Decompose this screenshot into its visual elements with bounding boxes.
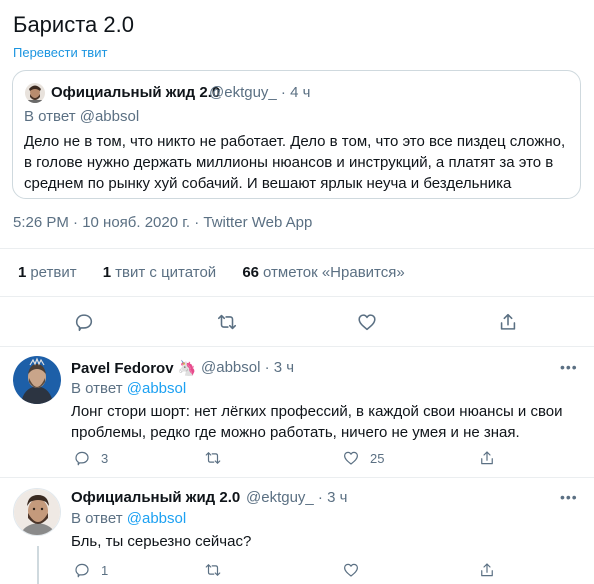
reply-count: 3 — [101, 451, 109, 466]
retweet-icon[interactable] — [204, 561, 222, 579]
divider — [0, 296, 594, 297]
more-options-icon[interactable]: ••• — [560, 489, 578, 505]
likes-count[interactable]: 66 — [242, 264, 259, 281]
tweet-stats: 1 ретвит 1 твит с цитатой 66 отметок «Нрави… — [18, 264, 427, 281]
reply-to-prefix: В ответ — [71, 380, 127, 397]
retweet-icon[interactable] — [216, 311, 238, 333]
like-count: 25 — [370, 451, 385, 466]
tweet-text: Бариста 2.0 — [13, 12, 134, 37]
retweets-label[interactable]: ретвит — [30, 264, 76, 281]
reply-author-handle[interactable]: @abbsol · 3 ч — [201, 359, 294, 376]
reply-icon[interactable] — [73, 311, 95, 333]
quotes-label[interactable]: твит с цитатой — [115, 264, 216, 281]
reply-author-avatar[interactable] — [13, 356, 61, 404]
reply-to-handle[interactable]: @abbsol — [127, 380, 186, 397]
reply-text: Лонг стори шорт: нет лёгких профессий, в… — [71, 403, 563, 441]
quoted-author-avatar[interactable] — [25, 83, 45, 103]
reply-author-name-text[interactable]: Pavel Fedorov — [71, 360, 174, 377]
tweet-timestamp[interactable]: 5:26 PM · 10 нояб. 2020 г. · Twitter Web… — [13, 214, 312, 231]
reply-icon[interactable] — [73, 449, 91, 467]
like-icon[interactable] — [342, 561, 360, 579]
divider — [0, 346, 594, 347]
quoted-tweet-body: Дело не в том, что никто не работает. Де… — [24, 133, 566, 192]
like-icon[interactable] — [356, 311, 378, 333]
retweets-count[interactable]: 1 — [18, 264, 26, 281]
quotes-count[interactable]: 1 — [103, 264, 111, 281]
share-icon[interactable] — [478, 561, 496, 579]
quoted-author-name[interactable]: Официальный жид 2.0 — [51, 84, 220, 101]
reply-author-handle[interactable]: @ektguy_ · 3 ч — [246, 489, 347, 506]
thread-line — [37, 546, 39, 584]
likes-label[interactable]: отметок «Нравится» — [263, 264, 405, 281]
reply-to-line: В ответ @abbsol — [71, 380, 186, 397]
reply-to-handle[interactable]: @abbsol — [127, 510, 186, 527]
reply-author-avatar[interactable] — [13, 488, 61, 536]
divider — [0, 248, 594, 249]
reply-to-prefix: В ответ — [71, 510, 127, 527]
retweet-icon[interactable] — [204, 449, 222, 467]
unicorn-emoji: 🦄 — [177, 360, 197, 377]
share-icon[interactable] — [478, 449, 496, 467]
quoted-reply-to: В ответ @abbsol — [24, 108, 140, 125]
quoted-author-handle[interactable]: @ektguy_ · 4 ч — [209, 84, 310, 101]
reply-author-name[interactable]: Pavel Fedorov 🦄 — [71, 359, 196, 377]
more-options-icon[interactable]: ••• — [560, 359, 578, 375]
reply-icon[interactable] — [73, 561, 91, 579]
translate-link[interactable]: Перевести твит — [13, 45, 107, 60]
share-icon[interactable] — [497, 311, 519, 333]
reply-author-name[interactable]: Официальный жид 2.0 — [71, 489, 240, 506]
quoted-tweet-card[interactable]: Официальный жид 2.0 @ektguy_ · 4 ч В отв… — [12, 70, 581, 199]
divider — [0, 477, 594, 478]
reply-count: 1 — [101, 563, 109, 578]
reply-text: Бль, ты серьезно сейчас? — [71, 533, 252, 550]
reply-to-line: В ответ @abbsol — [71, 510, 186, 527]
like-icon[interactable] — [342, 449, 360, 467]
